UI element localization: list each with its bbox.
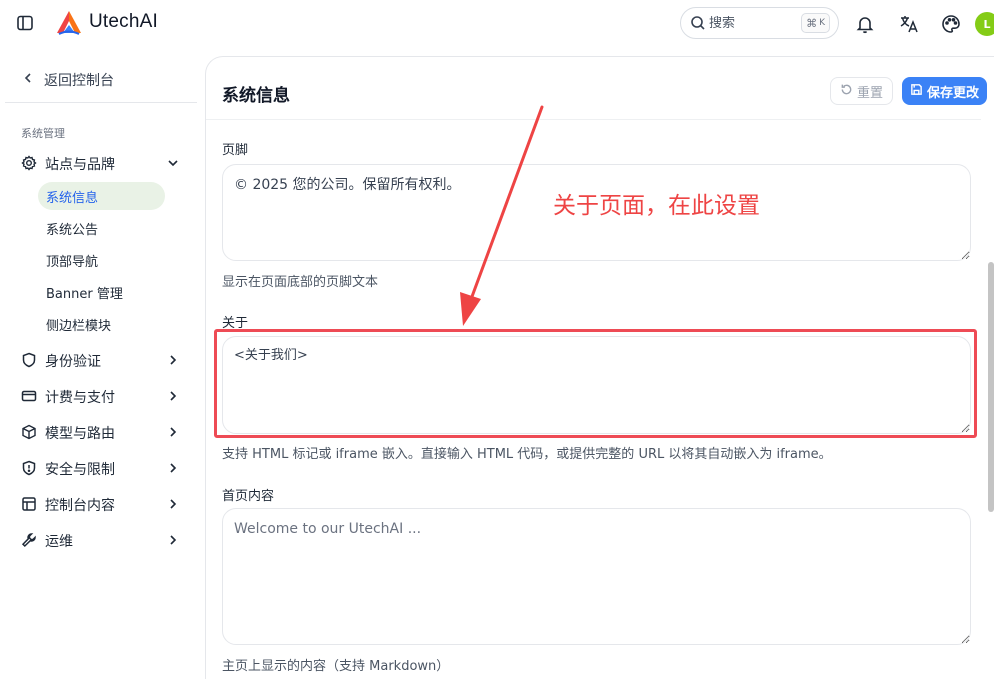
palette-icon[interactable]	[940, 13, 962, 35]
about-field-label: 关于	[222, 316, 249, 331]
chevron-down-icon	[166, 156, 180, 170]
sidebar-item-top-nav[interactable]: 顶部导航	[38, 246, 165, 274]
search-shortcut-badge: ⌘ K	[801, 13, 830, 33]
sidebar-group-label: 站点与品牌	[45, 157, 115, 173]
bell-icon[interactable]	[854, 13, 876, 35]
command-key-label: ⌘	[806, 16, 818, 30]
rotate-ccw-icon	[840, 83, 853, 100]
sidebar-group-console-content[interactable]: 控制台内容	[0, 488, 204, 520]
sidebar-group-label: 计费与支付	[45, 390, 115, 406]
chevron-right-icon	[166, 461, 180, 475]
chevron-right-icon	[166, 533, 180, 547]
chevron-right-icon	[166, 425, 180, 439]
about-help-text: 支持 HTML 标记或 iframe 嵌入。直接输入 HTML 代码，或提供完整…	[222, 447, 832, 462]
shield-alert-icon	[21, 460, 37, 476]
about-textarea[interactable]	[222, 336, 971, 434]
scrollbar-thumb[interactable]	[988, 262, 994, 512]
chevron-left-icon	[22, 72, 34, 88]
sidebar-group-site-brand[interactable]: 站点与品牌	[0, 147, 204, 179]
main-panel: 系统信息 重置 保存更改 页脚 显示在页面底部的页脚文本 关于 支持 HTML …	[205, 56, 994, 679]
annotation-text: 关于页面，在此设置	[553, 193, 760, 219]
shield-icon	[21, 352, 37, 368]
save-icon	[910, 83, 923, 100]
back-label: 返回控制台	[44, 73, 114, 89]
back-to-console-link[interactable]: 返回控制台	[22, 70, 114, 90]
sidebar-group-label: 模型与路由	[45, 426, 115, 442]
cube-icon	[21, 424, 37, 440]
page-title: 系统信息	[222, 86, 290, 106]
gear-icon	[21, 155, 37, 171]
sidebar-group-security[interactable]: 安全与限制	[0, 452, 204, 484]
app-title: UtechAI	[89, 11, 158, 32]
save-button[interactable]: 保存更改	[902, 77, 987, 105]
user-avatar[interactable]: L	[975, 12, 994, 36]
section-label: 系统管理	[21, 127, 65, 140]
chevron-right-icon	[166, 389, 180, 403]
layout-icon	[21, 496, 37, 512]
sidebar-group-label: 身份验证	[45, 354, 101, 370]
sidebar-toggle-icon[interactable]	[15, 13, 35, 33]
wrench-icon	[21, 532, 37, 548]
footer-field-label: 页脚	[222, 143, 249, 158]
search-icon	[690, 15, 706, 31]
sidebar-group-ops[interactable]: 运维	[0, 524, 204, 556]
sidebar: 返回控制台 系统管理 站点与品牌 系统信息 系统公告 顶部导航 Banner 管…	[0, 48, 204, 679]
sidebar-item-system-info[interactable]: 系统信息	[38, 182, 165, 210]
sidebar-group-label: 安全与限制	[45, 462, 115, 478]
top-bar: UtechAI ⌘ K L	[0, 0, 994, 48]
save-label: 保存更改	[926, 85, 979, 101]
reset-button[interactable]: 重置	[830, 77, 893, 105]
sidebar-item-system-announcement[interactable]: 系统公告	[38, 214, 165, 242]
translate-icon[interactable]	[898, 13, 920, 35]
k-key-label: K	[819, 18, 825, 28]
search-input[interactable]	[709, 15, 789, 31]
sidebar-group-label: 运维	[45, 534, 73, 550]
sidebar-divider	[5, 102, 197, 103]
sidebar-item-banner[interactable]: Banner 管理	[38, 278, 165, 306]
sidebar-group-models[interactable]: 模型与路由	[0, 416, 204, 448]
footer-help-text: 显示在页面底部的页脚文本	[222, 275, 379, 290]
homepage-textarea[interactable]	[222, 508, 971, 645]
reset-label: 重置	[856, 85, 883, 101]
sidebar-item-sidebar-modules[interactable]: 侧边栏模块	[38, 310, 165, 338]
search-box[interactable]: ⌘ K	[680, 7, 839, 39]
sidebar-group-billing[interactable]: 计费与支付	[0, 380, 204, 412]
header-divider	[206, 119, 981, 120]
homepage-field-label: 首页内容	[222, 489, 275, 504]
chevron-right-icon	[166, 353, 180, 367]
sidebar-group-auth[interactable]: 身份验证	[0, 344, 204, 376]
app-logo	[55, 9, 83, 37]
sidebar-group-label: 控制台内容	[45, 498, 115, 514]
homepage-help-text: 主页上显示的内容（支持 Markdown）	[222, 659, 450, 674]
chevron-right-icon	[166, 497, 180, 511]
credit-card-icon	[21, 388, 37, 404]
